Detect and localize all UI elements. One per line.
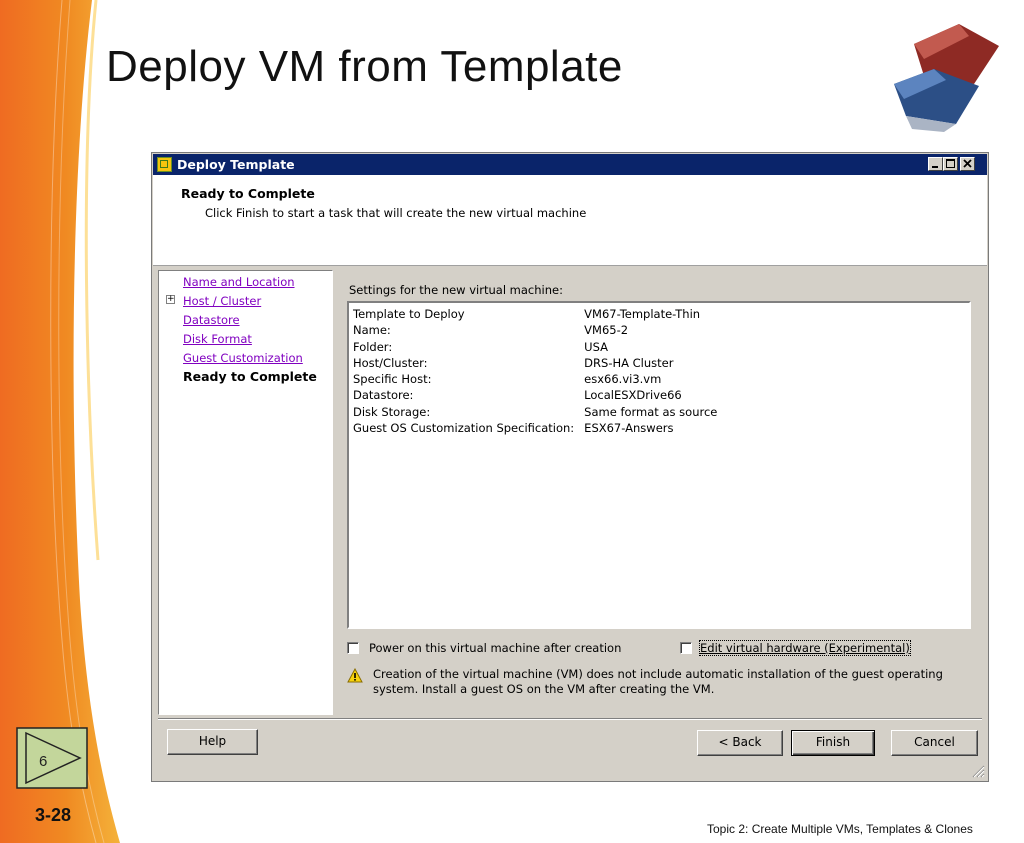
setting-value: DRS-HA Cluster [584, 355, 674, 370]
slide-title: Deploy VM from Template [106, 42, 623, 91]
settings-table: Template to Deploy VM67-Template-Thin Nam… [353, 307, 721, 437]
settings-label: Settings for the new virtual machine: [349, 283, 563, 297]
step-link-datastore[interactable]: Datastore [183, 313, 240, 327]
window-title: Deploy Template [177, 157, 295, 172]
setting-value: LocalESXDrive66 [584, 388, 682, 403]
minimize-button[interactable] [928, 157, 943, 171]
maximize-icon [946, 159, 955, 168]
page-number: 3-28 [35, 805, 72, 825]
table-row: Template to Deploy VM67-Template-Thin [353, 307, 721, 323]
step-subtitle: Click Finish to start a task that will c… [205, 206, 587, 220]
edit-hardware-checkbox[interactable] [680, 642, 692, 654]
warning-message: Creation of the virtual machine (VM) doe… [373, 667, 943, 696]
step-link-guest-customization[interactable]: Guest Customization [183, 351, 303, 365]
back-button[interactable]: < Back [697, 730, 783, 756]
setting-key: Name: [353, 323, 391, 338]
help-button[interactable]: Help [167, 729, 258, 755]
table-row: Folder: USA [353, 340, 721, 356]
settings-summary-box[interactable]: Template to Deploy VM67-Template-Thin Nam… [347, 301, 971, 629]
play-arrow-icon [16, 727, 88, 789]
setting-key: Disk Storage: [353, 404, 431, 419]
slide-badge-number: 6 [39, 753, 48, 770]
maximize-button[interactable] [943, 157, 958, 171]
resize-grip-icon[interactable] [971, 764, 985, 778]
vsphere-deploy-icon [157, 157, 172, 172]
wizard-header: Ready to Complete Click Finish to start … [153, 175, 987, 266]
slide-nav-badge[interactable]: 6 [16, 727, 88, 789]
step-title: Ready to Complete [181, 186, 315, 201]
table-row: Guest OS Customization Specification: ESX… [353, 421, 721, 437]
setting-value: Same format as source [584, 404, 718, 419]
close-button[interactable] [960, 157, 975, 171]
table-row: Name: VM65-2 [353, 323, 721, 339]
step-link-disk-format[interactable]: Disk Format [183, 332, 252, 346]
warning-icon [347, 668, 363, 683]
setting-key: Specific Host: [353, 372, 432, 387]
power-on-checkbox[interactable] [347, 642, 359, 654]
slide-side-decoration [0, 0, 120, 843]
close-icon [963, 159, 972, 168]
table-row: Disk Storage: Same format as source [353, 405, 721, 421]
deploy-template-dialog: Deploy Template Ready to Complete Click … [151, 152, 989, 782]
step-link-host-cluster[interactable]: Host / Cluster [183, 294, 261, 308]
button-divider [158, 718, 982, 720]
window-titlebar[interactable]: Deploy Template [153, 154, 987, 175]
power-on-label[interactable]: Power on this virtual machine after crea… [369, 641, 621, 655]
setting-value: VM65-2 [584, 323, 629, 338]
cancel-button[interactable]: Cancel [891, 730, 978, 756]
setting-value: ESX67-Answers [584, 421, 674, 436]
edit-hardware-label[interactable]: Edit virtual hardware (Experimental) [699, 640, 911, 656]
setting-key: Folder: [353, 339, 393, 354]
setting-value: esx66.vi3.vm [584, 372, 662, 387]
setting-key: Datastore: [353, 388, 414, 403]
table-row: Host/Cluster: DRS-HA Cluster [353, 356, 721, 372]
vmware-logo-icon [894, 24, 999, 132]
wizard-steps-panel: Name and Location + Host / Cluster Datas… [158, 270, 333, 715]
setting-key: Guest OS Customization Specification: [353, 421, 575, 436]
expand-toggle-icon[interactable]: + [166, 295, 175, 304]
step-current-ready-to-complete: Ready to Complete [183, 369, 317, 384]
finish-button[interactable]: Finish [791, 730, 875, 756]
setting-value: USA [584, 339, 608, 354]
setting-key: Host/Cluster: [353, 355, 428, 370]
setting-key: Template to Deploy [353, 307, 465, 321]
slide-footer: Topic 2: Create Multiple VMs, Templates … [707, 822, 973, 836]
table-row: Specific Host: esx66.vi3.vm [353, 372, 721, 388]
step-link-name-and-location[interactable]: Name and Location [183, 275, 295, 289]
setting-value: VM67-Template-Thin [584, 307, 701, 321]
minimize-icon [932, 166, 938, 168]
table-row: Datastore: LocalESXDrive66 [353, 388, 721, 404]
